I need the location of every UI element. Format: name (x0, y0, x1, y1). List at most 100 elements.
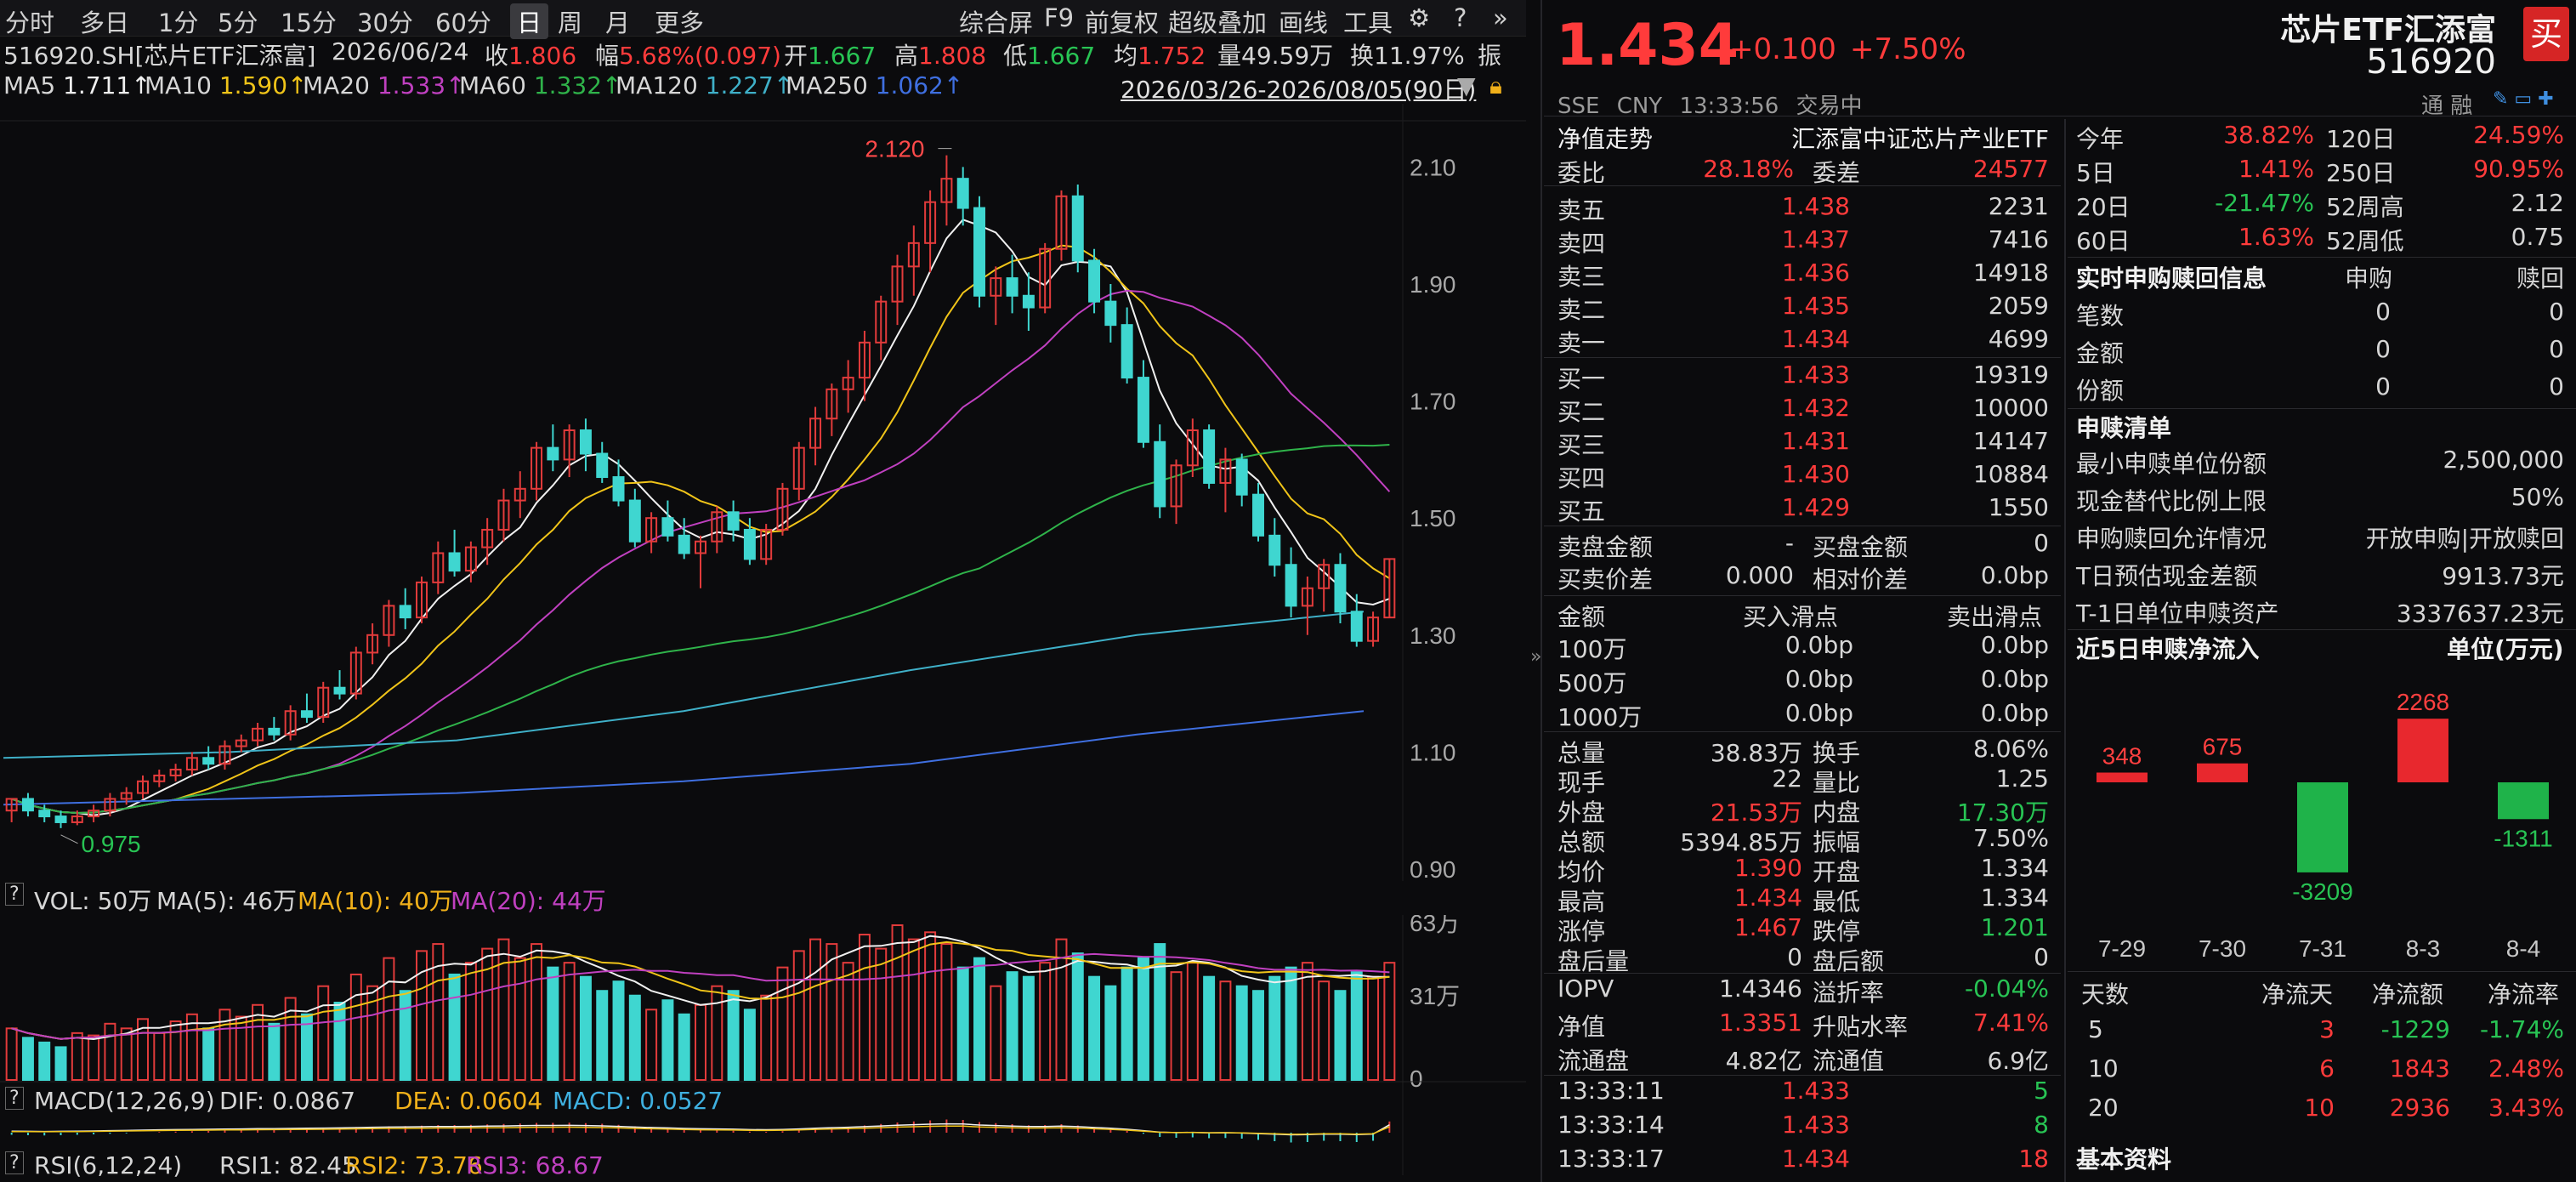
row-divider (1544, 185, 2061, 186)
iopv-value: -0.04% (1964, 975, 2049, 1003)
period-tab-3[interactable]: 5分 (218, 3, 258, 39)
ask-price[interactable]: 1.435 (1734, 292, 1850, 320)
stat-value: 1.467 (1733, 913, 1802, 941)
stat-label: 开盘 (1813, 858, 1861, 886)
period-tab-2[interactable]: 1分 (158, 3, 198, 39)
bid-volume: 1550 (1988, 493, 2049, 521)
help-icon[interactable]: ? (5, 1087, 24, 1110)
period-tab-10[interactable]: 更多 (655, 3, 704, 39)
ask-price[interactable]: 1.437 (1734, 225, 1850, 253)
vol-ma20-label: MA(20): 44万 (451, 887, 606, 915)
volume-legend: ? VOL: 50万 MA(5): 46万 MA(10): 40万 MA(20)… (0, 881, 1526, 915)
help-icon[interactable]: ? (5, 1151, 24, 1174)
period-tab-4[interactable]: 15分 (281, 3, 337, 39)
creation-list-value: 3337637.23元 (2396, 600, 2564, 628)
settings-gear-icon[interactable]: ⚙ (1408, 3, 1430, 32)
candle-body (1121, 324, 1133, 379)
volume-bar (628, 994, 641, 1081)
bid-price[interactable]: 1.432 (1734, 394, 1850, 422)
help-icon[interactable]: ? (1454, 3, 1467, 32)
stat-label: 最低 (1813, 888, 1861, 916)
volume-bar (776, 966, 789, 1082)
weicha-value: 24577 (1972, 155, 2049, 183)
basic-info-title[interactable]: 基本资料 (2076, 1141, 2171, 1175)
max-price-label: 2.120 (865, 136, 924, 162)
period-tab-6[interactable]: 60分 (435, 3, 491, 39)
ask-volume: 7416 (1988, 225, 2049, 253)
period-tab-0[interactable]: 分时 (5, 3, 54, 39)
net-flow-day-label: 8-4 (2506, 935, 2540, 962)
expand-icon[interactable]: » (1493, 3, 1508, 32)
macd-value: MACD: 0.0527 (553, 1087, 723, 1115)
volume-bar (875, 947, 888, 1081)
toolbar-overlay-button[interactable]: 超级叠加 (1168, 3, 1267, 39)
bid-price[interactable]: 1.431 (1734, 427, 1850, 455)
toolbar-screen-button[interactable]: 综合屏 (959, 3, 1033, 39)
stat-label: 总量 (1558, 739, 1606, 767)
ohlc-info-bar: 516920.SH[芯片ETF汇添富] 2026/06/24 收1.806 幅5… (0, 36, 1526, 70)
high-value: 1.808 (918, 42, 987, 70)
kline-chart-area[interactable]: 2.1200.975 2.101.901.701.501.301.100.90 … (0, 104, 1526, 1182)
stat-value: 1.390 (1733, 854, 1802, 882)
volume-bar (1268, 975, 1281, 1081)
volume-bar (1055, 938, 1068, 1081)
bid-volume: 19319 (1972, 361, 2049, 389)
security-code: 516920.SH[芯片ETF汇添富] (3, 42, 316, 70)
tick-time: 13:33:14 (1558, 1111, 1665, 1139)
weicha-label: 委差 (1813, 159, 1861, 187)
ma5-label: MA5 (3, 71, 56, 99)
lock-icon[interactable]: 🔒︎ (1489, 71, 1502, 100)
volume-bar (1301, 962, 1314, 1082)
candle-body (661, 517, 674, 537)
help-icon[interactable]: ? (5, 883, 24, 906)
volume-bar (21, 1037, 34, 1082)
toolbar-draw-button[interactable]: 画线 (1279, 3, 1328, 39)
net-flow-unit: 单位(万元) (2447, 635, 2564, 663)
ask-price[interactable]: 1.438 (1734, 192, 1850, 220)
weibi-value: 28.18% (1703, 155, 1794, 183)
period-tab-5[interactable]: 30分 (357, 3, 413, 39)
candle-body (202, 757, 215, 765)
iopv-label: 溢折率 (1813, 979, 1885, 1007)
toolbar-tools-button[interactable]: 工具 (1343, 3, 1393, 39)
net-flow-value-label: -1311 (2494, 825, 2553, 851)
candle-body (1137, 377, 1149, 443)
vol-ma5-label: MA(5): 46万 (156, 887, 297, 915)
ma10-line (11, 244, 1390, 815)
date-range-selector[interactable]: 2026/03/26-2026/08/05(90日) (1121, 71, 1476, 105)
candle-body (1285, 564, 1297, 607)
creation-subscribe-value: 0 (2375, 372, 2391, 401)
period-tab-7[interactable]: 日 (510, 3, 549, 39)
net-flow-bar (2498, 782, 2549, 820)
nav-trend-link[interactable]: 净值走势 (1558, 121, 1653, 155)
ask-price[interactable]: 1.434 (1734, 325, 1850, 353)
perf-label: 20日 (2076, 193, 2131, 221)
perf-value: 90.95% (2473, 155, 2564, 183)
net-flow-bar (2097, 772, 2148, 782)
ma60-line (11, 444, 1390, 815)
stat-label: 换手 (1813, 739, 1861, 767)
creation-list-value: 50% (2511, 483, 2564, 511)
candle-body (1268, 534, 1281, 566)
stat-label: 现手 (1558, 769, 1606, 797)
range-dropdown-icon[interactable]: ▼ (1457, 71, 1476, 99)
bid-price[interactable]: 1.430 (1734, 460, 1850, 488)
toolbar-f9-button[interactable]: F9 (1044, 3, 1074, 32)
stat-label: 涨停 (1558, 918, 1606, 946)
volume-bar (169, 1020, 182, 1081)
volume-bar (1350, 971, 1363, 1082)
toolbar-adjust-button[interactable]: 前复权 (1085, 3, 1159, 39)
period-tab-8[interactable]: 周 (558, 3, 582, 39)
volume-bar (317, 985, 330, 1081)
period-tab-1[interactable]: 多日 (80, 3, 129, 39)
slippage-sell: 0.0bp (1980, 699, 2049, 727)
bid-price[interactable]: 1.433 (1734, 361, 1850, 389)
period-tab-9[interactable]: 月 (605, 3, 630, 39)
buy-button[interactable]: 买 (2523, 7, 2569, 61)
volume-bar (1121, 966, 1133, 1082)
panel-tool-icons[interactable]: ✎ ▭ ✚ (2493, 88, 2554, 110)
avg-label: 均 (1114, 42, 1138, 70)
ask-price[interactable]: 1.436 (1734, 259, 1850, 287)
volume-bar (235, 1015, 247, 1081)
bid-price[interactable]: 1.429 (1734, 493, 1850, 521)
